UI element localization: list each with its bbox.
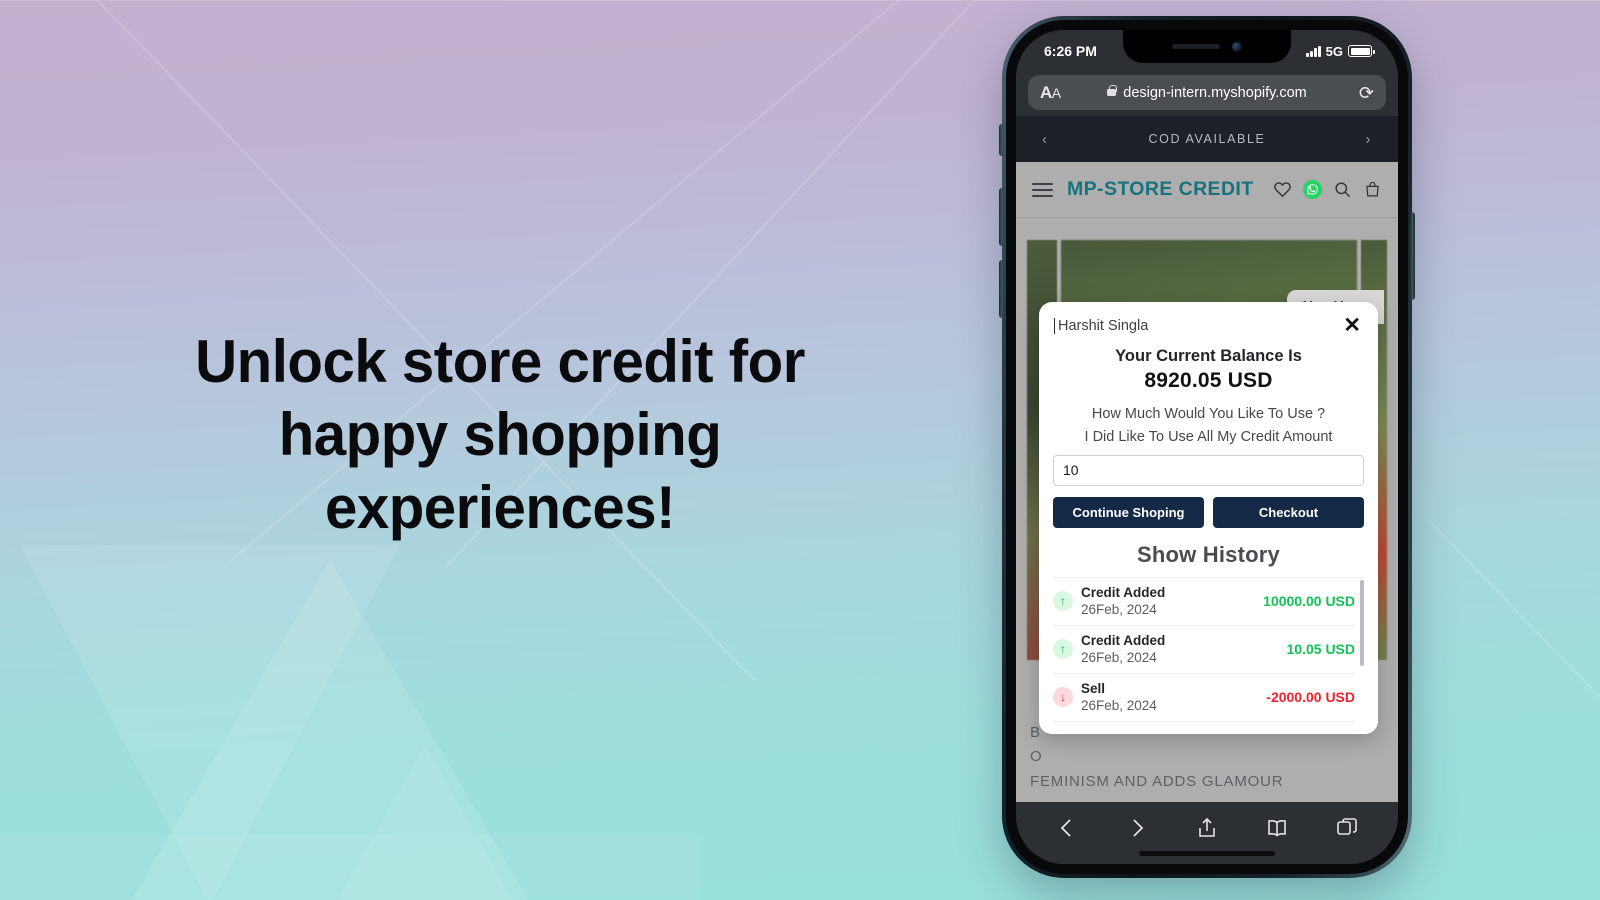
close-icon[interactable]: ✕ — [1340, 315, 1364, 336]
checkout-button[interactable]: Checkout — [1213, 496, 1364, 528]
transaction-date: 26Feb, 2024 — [1081, 601, 1157, 617]
phone-silent-switch[interactable] — [999, 124, 1004, 156]
signal-bars-icon — [1306, 45, 1321, 57]
status-indicators: 5G — [1306, 43, 1375, 59]
amount-input[interactable] — [1053, 454, 1364, 486]
transaction-amount: 10.05 USD — [1286, 640, 1355, 657]
heart-icon[interactable] — [1273, 180, 1292, 199]
transaction-date: 26Feb, 2024 — [1081, 649, 1157, 665]
balance-value: 8920.05 USD — [1144, 368, 1273, 392]
transaction-amount: 10000.00 USD — [1263, 592, 1355, 609]
home-indicator — [1139, 851, 1275, 856]
background-diagonal-4 — [1428, 520, 1600, 900]
browser-url-bar-container: AA design-intern.myshopify.com ⟳ — [1016, 72, 1398, 116]
whatsapp-icon[interactable] — [1303, 180, 1322, 199]
transaction-type: Credit Added — [1081, 584, 1166, 600]
customer-name: Harshit Singla — [1054, 318, 1148, 334]
announcement-bar: ‹ COD AVAILABLE › — [1016, 116, 1398, 162]
product-description-line-2: O — [1030, 748, 1043, 766]
continue-shopping-button[interactable]: Continue Shoping — [1053, 496, 1204, 528]
history-scrollbar[interactable] — [1360, 579, 1364, 666]
store-header: MP-STORE CREDIT — [1016, 162, 1398, 218]
back-chevron-icon[interactable] — [1055, 816, 1079, 840]
transaction-type: Credit Added — [1081, 632, 1166, 648]
announcement-next-icon[interactable]: › — [1365, 131, 1372, 148]
product-description-line-3: FEMINISM AND ADDS GLAMOUR — [1030, 772, 1284, 790]
transaction-amount: -2000.00 USD — [1266, 688, 1355, 705]
front-camera-icon — [1232, 41, 1242, 52]
modal-action-buttons: Continue Shoping Checkout — [1053, 496, 1364, 528]
search-icon[interactable] — [1333, 180, 1352, 199]
balance-label: Your Current Balance Is — [1115, 346, 1302, 365]
history-title[interactable]: Show History — [1053, 542, 1364, 568]
phone-volume-down-button[interactable] — [999, 260, 1004, 318]
background-bottom-band — [0, 835, 700, 900]
phone-screen: 6:26 PM 5G AA design-intern.myshopify.co… — [1016, 30, 1398, 864]
transaction-type: Sell — [1081, 680, 1106, 696]
earpiece-speaker-icon — [1172, 44, 1220, 49]
text-size-button[interactable]: AA — [1040, 83, 1061, 103]
forward-chevron-icon[interactable] — [1125, 816, 1149, 840]
reload-icon[interactable]: ⟳ — [1359, 84, 1374, 102]
use-all-credit-text[interactable]: I Did Like To Use All My Credit Amount — [1053, 429, 1364, 445]
arrow-up-icon: ↑ — [1053, 638, 1073, 659]
url-display: design-intern.myshopify.com — [1028, 84, 1386, 101]
browser-url-bar[interactable]: AA design-intern.myshopify.com ⟳ — [1028, 75, 1386, 110]
phone-notch — [1123, 30, 1291, 63]
share-icon[interactable] — [1195, 816, 1219, 840]
transaction-history-list: ↑ Credit Added 26Feb, 2024 10000.00 USD … — [1053, 576, 1364, 722]
arrow-down-icon: ↓ — [1053, 686, 1073, 707]
announcement-prev-icon[interactable]: ‹ — [1042, 131, 1049, 148]
phone-volume-up-button[interactable] — [999, 188, 1004, 246]
modal-header: Harshit Singla ✕ — [1053, 315, 1364, 336]
store-credit-modal: Harshit Singla ✕ Your Current Balance Is… — [1039, 302, 1378, 734]
shopping-bag-icon[interactable] — [1363, 180, 1382, 199]
network-type-label: 5G — [1325, 43, 1343, 59]
transaction-info: Credit Added 26Feb, 2024 — [1081, 585, 1263, 617]
store-brand-name[interactable]: MP-STORE CREDIT — [1067, 178, 1254, 201]
hamburger-menu-icon[interactable] — [1032, 182, 1053, 197]
lock-icon — [1107, 84, 1117, 96]
transaction-date: 26Feb, 2024 — [1081, 697, 1157, 713]
tabs-icon[interactable] — [1335, 816, 1359, 840]
marketing-headline: Unlock store credit for happy shopping e… — [195, 328, 805, 542]
book-icon[interactable] — [1265, 816, 1289, 840]
phone-mockup: 6:26 PM 5G AA design-intern.myshopify.co… — [999, 16, 1415, 878]
url-text: design-intern.myshopify.com — [1123, 84, 1307, 101]
header-icon-group — [1273, 180, 1382, 199]
phone-power-button[interactable] — [1410, 212, 1415, 300]
table-row[interactable]: ↑ Credit Added 26Feb, 2024 10.05 USD — [1053, 626, 1355, 674]
status-time: 6:26 PM — [1044, 43, 1097, 59]
announcement-text: COD AVAILABLE — [1148, 132, 1266, 146]
table-row[interactable]: ↑ Credit Added 26Feb, 2024 10000.00 USD — [1053, 578, 1355, 626]
battery-icon — [1348, 45, 1375, 57]
table-row[interactable]: ↓ Sell 26Feb, 2024 -2000.00 USD — [1053, 674, 1355, 722]
amount-question: How Much Would You Like To Use ? — [1091, 405, 1326, 422]
background-top-band — [0, 0, 1600, 1]
safari-toolbar — [1016, 802, 1398, 864]
arrow-up-icon: ↑ — [1053, 590, 1073, 611]
transaction-info: Sell 26Feb, 2024 — [1081, 681, 1266, 713]
transaction-info: Credit Added 26Feb, 2024 — [1081, 633, 1287, 665]
